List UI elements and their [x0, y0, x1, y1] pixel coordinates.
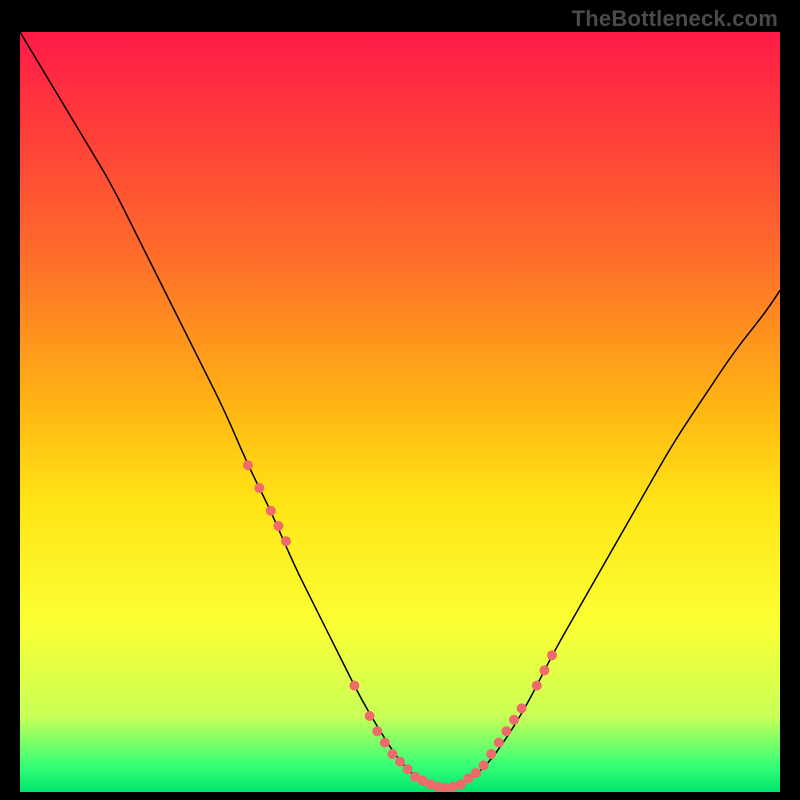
- highlight-dot: [372, 726, 382, 736]
- highlight-dot: [532, 681, 542, 691]
- highlight-dot: [547, 650, 557, 660]
- highlight-dot: [273, 521, 283, 531]
- highlight-dot: [509, 715, 519, 725]
- highlight-dot: [387, 749, 397, 759]
- highlight-dot: [380, 738, 390, 748]
- chart-svg: [20, 32, 780, 792]
- highlight-dot: [494, 738, 504, 748]
- highlight-dot: [486, 749, 496, 759]
- chart-frame: [20, 32, 780, 792]
- gradient-background: [20, 32, 780, 792]
- highlight-dot: [266, 506, 276, 516]
- highlight-dot: [403, 764, 413, 774]
- highlight-dot: [471, 768, 481, 778]
- highlight-dot: [395, 757, 405, 767]
- highlight-dot: [243, 460, 253, 470]
- highlight-dot: [501, 726, 511, 736]
- highlight-dot: [254, 483, 264, 493]
- highlight-dot: [281, 536, 291, 546]
- highlight-dot: [349, 681, 359, 691]
- highlight-dot: [479, 760, 489, 770]
- highlight-dot: [539, 665, 549, 675]
- watermark-text: TheBottleneck.com: [572, 6, 778, 32]
- highlight-dot: [517, 703, 527, 713]
- highlight-dot: [365, 711, 375, 721]
